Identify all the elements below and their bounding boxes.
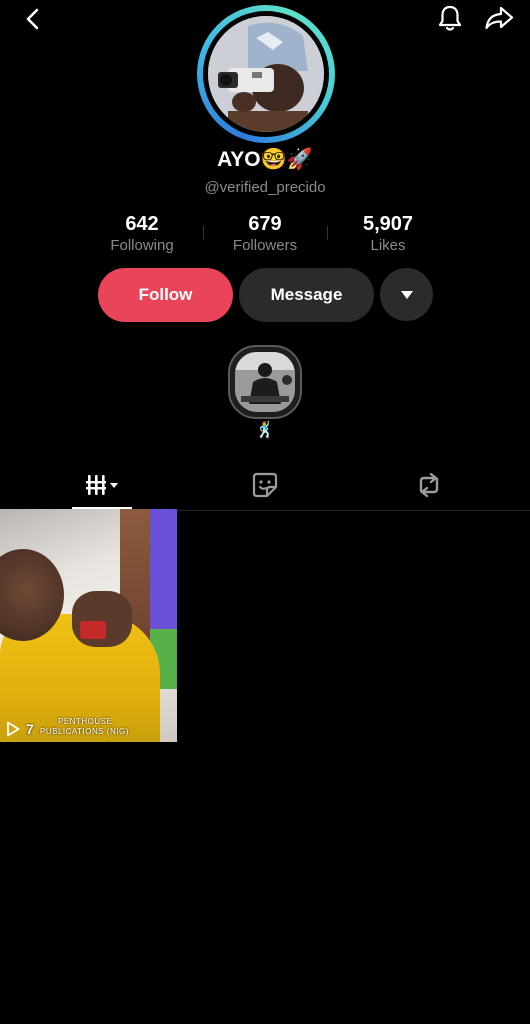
following-count: 642 [125,213,159,235]
share-button[interactable] [482,3,516,33]
username: @verified_precido [204,179,326,196]
chevron-left-icon [26,8,39,30]
stat-following[interactable]: 642 Following [82,213,202,254]
story-highlight[interactable] [228,345,302,419]
story-image [235,352,295,412]
story-thumbnail [235,352,295,412]
stat-followers[interactable]: 679 Followers [205,213,325,254]
likes-label: Likes [370,237,406,254]
grid-icon [86,475,118,495]
avatar-photo [208,16,324,132]
share-arrow-icon [485,6,514,30]
tab-stickers[interactable] [240,462,290,508]
followers-label: Followers [232,237,298,254]
content-tab-bar [0,462,530,511]
following-label: Following [110,237,174,254]
view-count-value: 7 [26,721,34,737]
video-thumbnail[interactable]: 7 PENTHOUSE PUBLICATIONS (NIG) [0,509,177,742]
tab-videos[interactable] [72,462,132,508]
watermark-line1: PENTHOUSE [58,717,113,726]
followers-count: 679 [248,213,282,235]
display-name: AYO🤓🚀 [217,148,313,171]
stat-likes[interactable]: 5,907 Likes [328,213,448,254]
follow-button[interactable]: Follow [98,268,233,322]
watermark-line2: PUBLICATIONS (NIG) [40,727,129,736]
stat-divider [203,226,204,240]
caret-down-icon [400,290,413,299]
avatar[interactable] [197,5,335,143]
avatar-image [208,16,324,132]
message-button[interactable]: Message [239,268,374,322]
sticker-icon [252,472,278,498]
avatar-border [203,11,329,137]
tile-red-patch [80,621,106,639]
play-icon [7,721,20,737]
repost-icon [419,473,439,497]
story-caption: 🕺 [255,422,275,439]
tab-reposts[interactable] [404,462,454,508]
back-button[interactable] [18,6,48,32]
notification-button[interactable] [434,3,466,33]
view-count: 7 [6,721,34,737]
bell-icon [438,5,462,31]
more-options-button[interactable] [380,268,433,321]
tile-purple-panel [150,509,177,629]
video-watermark: PENTHOUSE PUBLICATIONS (NIG) [40,717,129,737]
likes-count: 5,907 [362,213,414,235]
